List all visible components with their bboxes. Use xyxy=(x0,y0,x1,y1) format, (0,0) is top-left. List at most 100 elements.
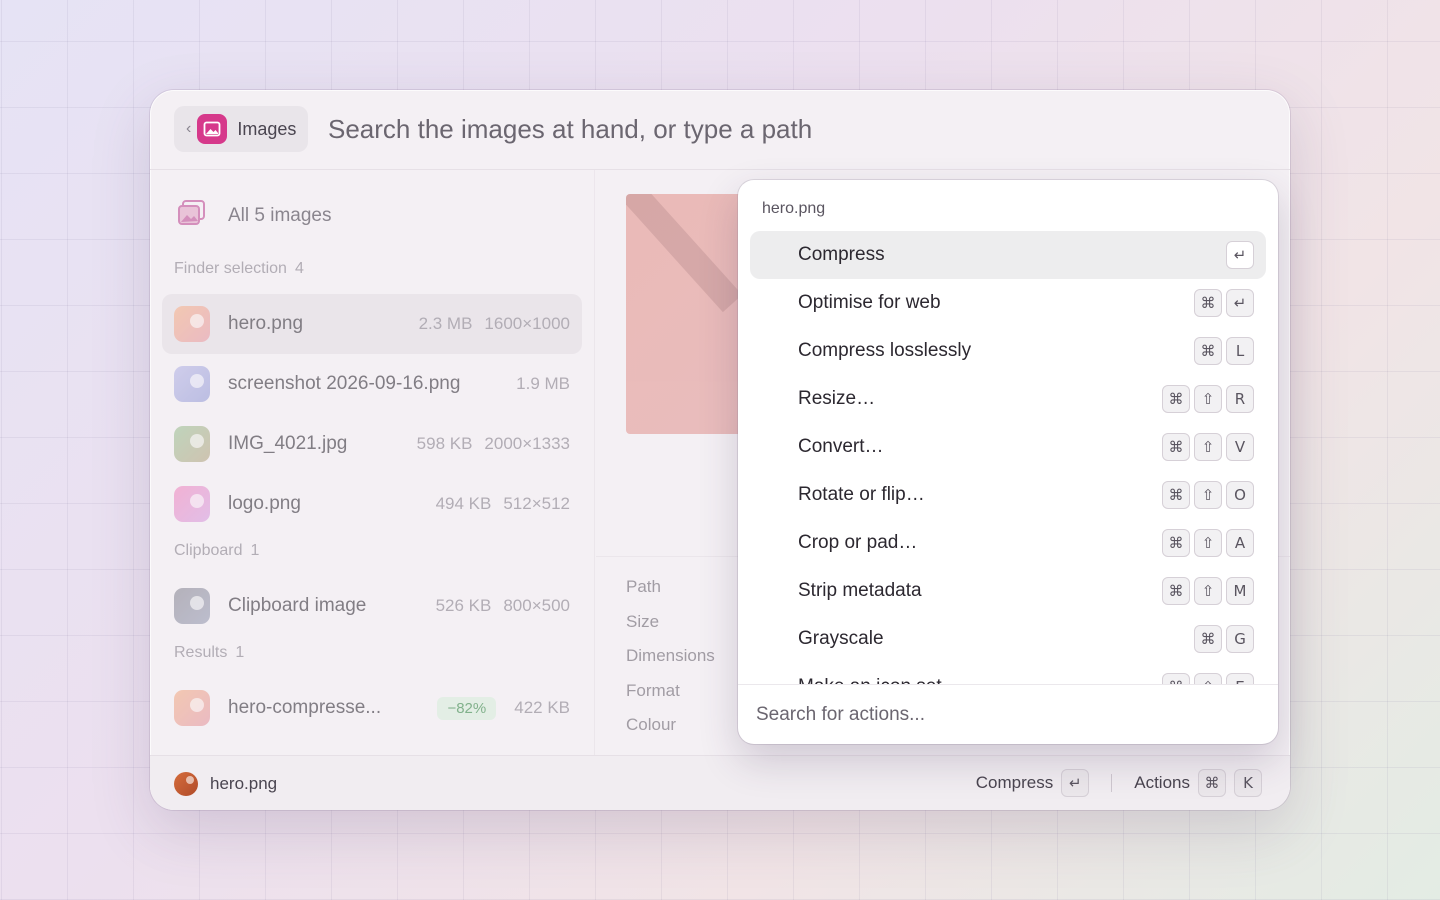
action-convert[interactable]: Convert… ⌘ ⇧ V xyxy=(750,423,1266,471)
command-key-icon: ⌘ xyxy=(1198,769,1226,797)
divider xyxy=(1111,774,1113,792)
file-size: 422 KB xyxy=(514,698,570,717)
actions-list[interactable]: Compress ↵ Optimise for web ⌘ ↵ Compress … xyxy=(738,230,1278,684)
list-item-hero[interactable]: hero.png 2.3 MB 1600×1000 xyxy=(162,294,582,354)
command-key-icon: ⌘ xyxy=(1162,529,1190,557)
command-key-icon: ⌘ xyxy=(1162,673,1190,684)
shift-key-icon: ⇧ xyxy=(1194,433,1222,461)
file-size: 1.9 MB xyxy=(516,374,570,393)
file-size: 526 KB xyxy=(435,596,492,615)
file-dimensions: 512×512 xyxy=(503,494,570,513)
actions-search-bar xyxy=(738,684,1278,744)
images-app-icon xyxy=(197,114,228,144)
action-optimise-for-web[interactable]: Optimise for web ⌘ ↵ xyxy=(750,279,1266,327)
v-key-icon: V xyxy=(1226,433,1254,461)
section-results: Results 1 xyxy=(174,644,244,662)
detail-label-colour: Colour xyxy=(626,715,677,734)
footer-actions-button[interactable]: Actions xyxy=(1134,773,1190,793)
file-dimensions: 1600×1000 xyxy=(484,314,570,333)
file-size: 494 KB xyxy=(435,494,492,513)
list-item-logo[interactable]: logo.png 494 KB 512×512 xyxy=(162,474,582,534)
image-thumbnail xyxy=(174,690,210,726)
command-key-icon: ⌘ xyxy=(1162,577,1190,605)
list-item-clipboard-image[interactable]: Clipboard image 526 KB 800×500 xyxy=(162,576,582,636)
action-crop-or-pad[interactable]: Crop or pad… ⌘ ⇧ A xyxy=(750,519,1266,567)
detail-label-path: Path xyxy=(626,577,661,596)
k-key-icon: K xyxy=(1234,769,1262,797)
actions-search-input[interactable] xyxy=(756,699,1256,731)
image-thumbnail xyxy=(174,306,210,342)
detail-label-dimensions: Dimensions xyxy=(626,646,715,665)
section-finder-selection: Finder selection 4 xyxy=(174,260,304,278)
file-name: hero-compresse... xyxy=(228,697,382,718)
footer-actions: Compress ↵ Actions ⌘ K xyxy=(976,769,1262,797)
breadcrumb-images[interactable]: ‹ Images xyxy=(174,106,309,152)
section-count: 1 xyxy=(250,542,260,559)
list-item-hero-compressed[interactable]: hero-compresse... −82% 422 KB xyxy=(162,678,582,738)
action-compress-losslessly[interactable]: Compress losslessly ⌘ L xyxy=(750,327,1266,375)
main-search-input[interactable]: Search the images at hand, or type a pat… xyxy=(328,114,812,145)
action-strip-metadata[interactable]: Strip metadata ⌘ ⇧ M xyxy=(750,567,1266,615)
shift-key-icon: ⇧ xyxy=(1194,673,1222,684)
action-label: Grayscale xyxy=(798,628,884,649)
breadcrumb-label: Images xyxy=(237,118,297,139)
action-label: Crop or pad… xyxy=(798,532,918,553)
r-key-icon: R xyxy=(1226,385,1254,413)
all-images-item[interactable]: All 5 images xyxy=(178,200,332,231)
action-label: Resize… xyxy=(798,388,876,409)
action-label: Make an icon set… xyxy=(798,676,961,684)
section-title: Results xyxy=(174,644,228,661)
action-label: Strip metadata xyxy=(798,580,922,601)
m-key-icon: M xyxy=(1226,577,1254,605)
chevron-left-icon[interactable]: ‹ xyxy=(186,120,191,138)
g-key-icon: G xyxy=(1226,625,1254,653)
action-label: Compress xyxy=(798,244,885,265)
section-count: 4 xyxy=(294,260,304,277)
footer-file-name: hero.png xyxy=(210,774,278,793)
return-key-icon: ↵ xyxy=(1061,769,1090,797)
image-thumbnail xyxy=(174,486,210,522)
image-thumbnail xyxy=(174,426,210,462)
file-dimensions: 800×500 xyxy=(503,596,570,615)
file-name: screenshot 2026-09-16.png xyxy=(228,373,461,394)
footer-current-file: hero.png xyxy=(174,772,277,796)
e-key-icon: E xyxy=(1226,673,1254,684)
a-key-icon: A xyxy=(1226,529,1254,557)
file-name: hero.png xyxy=(228,313,304,334)
action-label: Rotate or flip… xyxy=(798,484,925,505)
shift-key-icon: ⇧ xyxy=(1194,529,1222,557)
file-dimensions: 2000×1333 xyxy=(484,434,570,453)
action-make-icon-set[interactable]: Make an icon set… ⌘ ⇧ E xyxy=(750,663,1266,684)
command-key-icon: ⌘ xyxy=(1162,433,1190,461)
image-thumbnail xyxy=(174,588,210,624)
actions-popover: hero.png Compress ↵ Optimise for web ⌘ ↵ … xyxy=(738,180,1278,744)
image-list-panel: All 5 images Finder selection 4 hero.png … xyxy=(150,170,595,755)
o-key-icon: O xyxy=(1226,481,1254,509)
action-resize[interactable]: Resize… ⌘ ⇧ R xyxy=(750,375,1266,423)
file-size: 2.3 MB xyxy=(418,314,473,333)
list-item-screenshot[interactable]: screenshot 2026-09-16.png 1.9 MB xyxy=(162,354,582,414)
action-rotate-or-flip[interactable]: Rotate or flip… ⌘ ⇧ O xyxy=(750,471,1266,519)
action-grayscale[interactable]: Grayscale ⌘ G xyxy=(750,615,1266,663)
file-name: IMG_4021.jpg xyxy=(228,433,348,454)
action-label: Optimise for web xyxy=(798,292,941,313)
image-thumbnail xyxy=(174,366,210,402)
section-title: Finder selection xyxy=(174,260,287,277)
list-item-img4021[interactable]: IMG_4021.jpg 598 KB 2000×1333 xyxy=(162,414,582,474)
file-name: logo.png xyxy=(228,493,301,514)
l-key-icon: L xyxy=(1226,337,1254,365)
detail-label-size: Size xyxy=(626,612,660,631)
shift-key-icon: ⇧ xyxy=(1194,385,1222,413)
detail-label-format: Format xyxy=(626,681,680,700)
action-compress[interactable]: Compress ↵ xyxy=(750,231,1266,279)
return-key-icon: ↵ xyxy=(1226,289,1254,317)
command-key-icon: ⌘ xyxy=(1162,385,1190,413)
footer-compress-button[interactable]: Compress xyxy=(976,773,1053,793)
shift-key-icon: ⇧ xyxy=(1194,481,1222,509)
shift-key-icon: ⇧ xyxy=(1194,577,1222,605)
actions-popover-title: hero.png xyxy=(762,200,826,217)
command-key-icon: ⌘ xyxy=(1194,625,1222,653)
command-key-icon: ⌘ xyxy=(1194,337,1222,365)
all-images-label: All 5 images xyxy=(228,204,332,226)
file-size: 598 KB xyxy=(416,434,473,453)
